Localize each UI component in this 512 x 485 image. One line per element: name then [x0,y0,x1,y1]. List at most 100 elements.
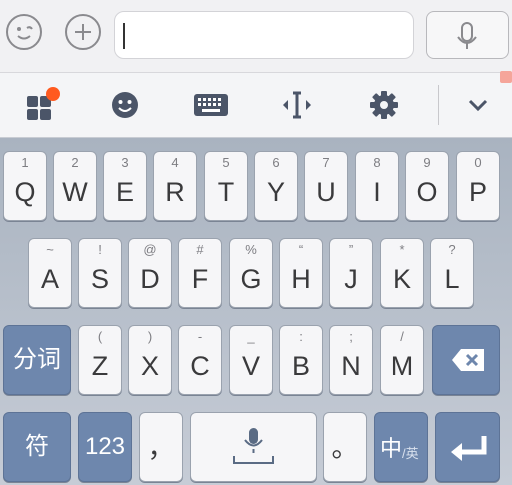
key-label: P [468,177,487,207]
key-label: 。 [331,433,359,463]
key-label: U [316,177,336,207]
key-sub-label: 6 [272,155,280,170]
toolbar-divider [438,85,439,125]
key-z[interactable]: (Z [78,325,122,395]
period-key[interactable]: 。 [323,412,367,482]
keyboard-toolbar [0,71,512,138]
key-d[interactable]: @ D [128,238,172,308]
key-label: N [341,351,361,381]
text-cursor [123,23,125,49]
symbol-key[interactable]: 符 [3,412,71,482]
enter-key[interactable] [435,412,500,482]
enter-icon [451,436,487,461]
plus-circle-icon[interactable] [65,14,101,50]
key-p[interactable]: 0P [456,151,500,221]
key-sub-label: ? [448,242,456,257]
key-label: S [90,264,109,294]
key-a[interactable]: ~ A [28,238,72,308]
key-label: ， [147,433,175,463]
key-sub-label: # [196,242,204,257]
corner-badge [500,71,512,83]
key-sub-label: : [299,329,303,344]
key-label: Z [91,351,109,381]
microphone-icon [233,428,274,464]
key-q[interactable]: 1Q [3,151,47,221]
notification-dot [46,87,60,101]
key-r[interactable]: 4R [153,151,197,221]
key-label: T [217,177,235,207]
key-t[interactable]: 5T [204,151,248,221]
key-sub-label: 4 [171,155,179,170]
key-m[interactable]: / M [380,325,424,395]
key-label: X [140,351,159,381]
key-y[interactable]: 6Y [254,151,298,221]
key-w[interactable]: 2W [53,151,97,221]
text-cursor-icon[interactable] [277,85,317,125]
key-sub-label: _ [247,329,255,344]
key-label: 123 [84,433,126,460]
key-sub-label: % [245,242,257,257]
segment-key[interactable]: 分词 [3,325,71,395]
key-sub-label: 5 [222,155,230,170]
key-l[interactable]: ? L [430,238,474,308]
space-key[interactable] [190,412,317,482]
key-label: L [444,264,460,294]
keyboard: 1Q 2W 3E 4R 5T 6Y 7U 8I 9O 0P ~ A ! S @ D #… [0,138,512,485]
numbers-key[interactable]: 123 [78,412,132,482]
key-j[interactable]: ” J [329,238,373,308]
key-h[interactable]: “H [279,238,323,308]
key-sub-label: ( [97,329,103,344]
smiley-face-icon[interactable] [6,14,42,50]
key-sub-label: 9 [423,155,431,170]
key-b[interactable]: :B [279,325,323,395]
backspace-key[interactable] [432,325,500,395]
key-v[interactable]: _ V [229,325,273,395]
key-label: 符 [25,433,49,460]
key-x[interactable]: ) X [128,325,172,395]
key-g[interactable]: % G [229,238,273,308]
key-sub-label: ~ [46,242,54,257]
key-label: K [392,264,411,294]
lang-sub-label: /英 [402,446,419,461]
key-label: I [373,177,381,207]
key-label: A [40,264,59,294]
key-sub-label: “ [298,242,304,257]
key-label: B [291,351,310,381]
key-n[interactable]: ; N [329,325,373,395]
microphone-icon [457,22,477,49]
key-label: M [390,351,414,381]
key-o[interactable]: 9O [405,151,449,221]
smiley-icon[interactable] [105,85,145,125]
voice-input-button[interactable] [426,11,509,59]
key-sub-label: ; [349,329,353,344]
comma-key[interactable]: ， [139,412,183,482]
key-f[interactable]: # F [178,238,222,308]
backspace-icon [452,349,484,371]
message-input[interactable] [114,11,414,59]
key-label: O [416,177,438,207]
apps-grid-icon[interactable] [20,85,60,125]
key-label: W [62,177,88,207]
keyboard-icon[interactable] [191,85,231,125]
key-label: F [191,264,209,294]
key-sub-label: 1 [21,155,29,170]
key-s[interactable]: ! S [78,238,122,308]
key-sub-label: - [197,329,203,344]
key-i[interactable]: 8I [355,151,399,221]
key-label: H [291,264,311,294]
key-u[interactable]: 7U [304,151,348,221]
language-toggle-key[interactable]: 中 /英 [374,412,428,482]
key-label: Q [14,177,36,207]
key-label: R [165,177,185,207]
key-e[interactable]: 3E [103,151,147,221]
gear-icon[interactable] [364,85,404,125]
key-c[interactable]: -C [178,325,222,395]
key-sub-label: 2 [71,155,79,170]
chevron-down-icon[interactable] [458,85,498,125]
key-sub-label: / [400,329,404,344]
key-label: D [140,264,160,294]
key-sub-label: ” [348,242,354,257]
key-label: V [241,351,260,381]
key-sub-label: 0 [474,155,482,170]
key-k[interactable]: * K [380,238,424,308]
